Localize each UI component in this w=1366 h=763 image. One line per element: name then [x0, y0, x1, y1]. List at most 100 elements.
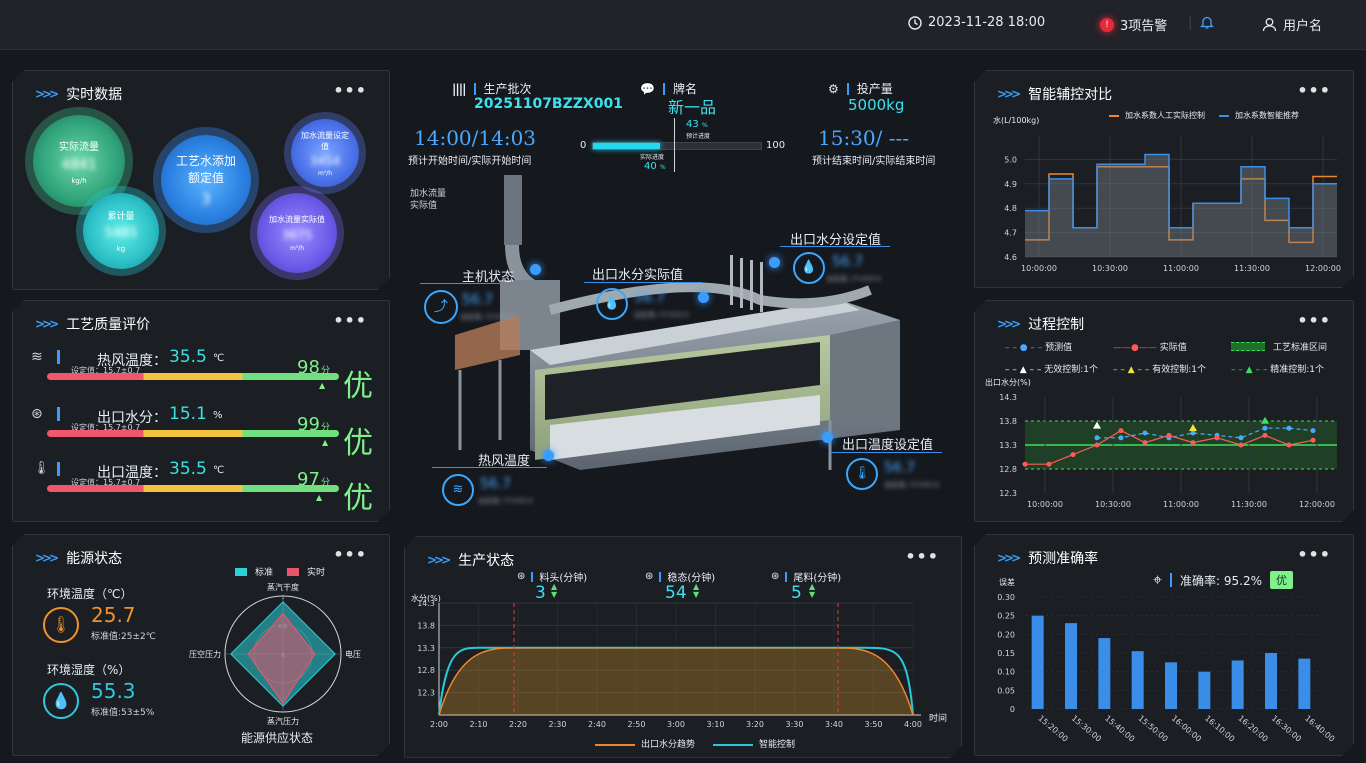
- bubble-unit: m³/h: [317, 169, 333, 177]
- thermometer-icon: 🌡: [846, 458, 878, 490]
- bubble-value: 3: [201, 190, 211, 208]
- bubble-label: 加水流量设定值: [301, 130, 349, 151]
- gauge-icon: ⊛: [645, 571, 654, 582]
- x-tick-label: 3:30: [786, 720, 804, 729]
- series-point: [1287, 443, 1292, 448]
- series-point: [1119, 435, 1124, 440]
- smart-compare-panel: >>> 智能辅控对比 ••• 加水系数人工实际控制 加水系数智能推荐 水(L/10…: [974, 70, 1354, 288]
- legend-item: 出口水分趋势: [595, 737, 695, 750]
- y-tick-label: 0.10: [997, 668, 1015, 677]
- y-tick-label: 13.8: [999, 417, 1017, 426]
- series-point: [1119, 428, 1124, 433]
- y-tick-label: 5.0: [1004, 155, 1017, 164]
- y-tick-label: 13.8: [417, 621, 435, 630]
- series-point: [1047, 462, 1052, 467]
- y-axis-label: 水(L/100kg): [993, 116, 1040, 125]
- energy-radar-chart: 蒸汽干度电压蒸汽压力 压空压力 1 0.5 0: [173, 579, 373, 729]
- radar-axis-label: 压空压力: [189, 649, 221, 659]
- radar-caption: 能源供应状态: [241, 731, 314, 745]
- y-tick-label: 12.8: [417, 666, 435, 675]
- bubble-accumulated: 累计量 5485 kg: [83, 193, 159, 269]
- legend-actual: ——●—— 实际值: [1113, 340, 1187, 353]
- alert-icon: !: [1100, 17, 1114, 32]
- callout-dot: [530, 264, 541, 275]
- bar: [1132, 651, 1144, 709]
- start-actual: 14:03: [478, 126, 537, 150]
- radar-axis-label: 蒸汽压力: [267, 716, 299, 726]
- radar-tick-label: 1: [281, 595, 284, 601]
- y-tick-label: 4.8: [1004, 204, 1017, 213]
- panel-header: >>> 智能辅控对比: [997, 84, 1112, 104]
- y-tick-label: 0: [1010, 705, 1015, 714]
- x-tick-label: 3:10: [707, 720, 725, 729]
- y-tick-label: 4.7: [1004, 229, 1017, 238]
- series-point: [1143, 431, 1148, 436]
- more-menu-icon[interactable]: •••: [1297, 81, 1331, 100]
- x-tick-label: 2:50: [628, 720, 646, 729]
- more-menu-icon[interactable]: •••: [333, 311, 367, 330]
- chevron-icon: >>>: [35, 551, 57, 565]
- accent-bar: [531, 572, 533, 582]
- score-marker-icon: ▲: [316, 493, 323, 502]
- panel-title: 实时数据: [66, 87, 123, 103]
- user-menu[interactable]: 用户名: [1262, 15, 1322, 34]
- quality-bar: [47, 485, 339, 492]
- chevron-icon: >>>: [35, 87, 57, 101]
- legend-precise: – – ▲ – – 精准控制:1个: [1231, 362, 1324, 375]
- quality-unit: ℃: [213, 465, 225, 476]
- legend-item: 加水系数人工实际控制: [1109, 110, 1205, 121]
- more-menu-icon[interactable]: •••: [333, 81, 367, 100]
- series-point: [1239, 443, 1244, 448]
- x-tick-label: 11:00:00: [1163, 264, 1199, 273]
- legend-invalid: – – ▲ – – 无效控制:1个: [1005, 362, 1098, 375]
- legend-actual: 实时: [307, 568, 326, 578]
- panel-title: 能源状态: [66, 551, 123, 567]
- gauge-icon: ⊛: [517, 571, 526, 582]
- bubble-unit: kg/h: [71, 176, 87, 185]
- bubble-unit: m³/h: [289, 245, 305, 252]
- radar-axis-label: 蒸汽干度: [267, 582, 299, 592]
- more-menu-icon[interactable]: •••: [1297, 545, 1331, 564]
- y-tick-label: 12.3: [999, 489, 1017, 498]
- stat-label: 料头(分钟): [539, 573, 588, 584]
- alerts[interactable]: ! 3项告警: [1100, 15, 1167, 34]
- x-tick-label: 2:10: [470, 720, 488, 729]
- production-chart: 14.3 13.8 13.3 12.8 12.3 2:00 2:10 2:20 2:30 2:40…: [405, 597, 945, 737]
- x-tick-label: 15:40:00: [1103, 714, 1136, 744]
- legend-marker-white: – – ▲ – –: [1005, 365, 1042, 375]
- legend-marker-yellow: – – ▲ – –: [1113, 365, 1150, 375]
- x-tick-label: 11:30:00: [1231, 500, 1267, 509]
- divider: |: [1188, 15, 1193, 30]
- callout-line: [780, 246, 890, 247]
- more-menu-icon[interactable]: •••: [333, 545, 367, 564]
- progress-max: 100: [766, 140, 786, 151]
- callout-sub: 设定值 / P-XXX-X: [884, 481, 940, 489]
- callout-line: [432, 467, 547, 468]
- x-tick-label: 12:00:00: [1305, 264, 1341, 273]
- bell-button[interactable]: [1200, 15, 1214, 30]
- accent-bar: [846, 82, 849, 95]
- output-value: 5000kg: [848, 96, 905, 114]
- callout-label: 出口温度设定值: [842, 438, 934, 453]
- humidity-std: 标准值:53±5%: [91, 708, 155, 718]
- accent-bar: [57, 350, 60, 364]
- chevron-icon: >>>: [427, 553, 449, 567]
- series-point: [1287, 426, 1292, 431]
- x-tick-label: 15:50:00: [1136, 714, 1169, 744]
- planned-pct: 43: [686, 119, 699, 130]
- batch-label: 生产批次: [483, 82, 532, 96]
- legend-label: 工艺标准区间: [1273, 343, 1328, 353]
- bar: [1098, 638, 1110, 709]
- legend-label: 加水系数人工实际控制: [1125, 111, 1205, 120]
- energy-panel: >>> 能源状态 ••• 环境温度（℃） 🌡 25.7 标准值:25±2℃ 环境湿…: [12, 534, 390, 756]
- more-menu-icon[interactable]: •••: [905, 547, 939, 566]
- more-menu-icon[interactable]: •••: [1297, 311, 1331, 330]
- accent-bar: [1170, 573, 1172, 587]
- legend-label: 预测值: [1045, 343, 1073, 353]
- quality-row-hot-air: ≋ 热风温度： 35.5 ℃ 设定值：15.7±0.7 98 分 ▲ 优: [35, 347, 385, 397]
- legend-swatch: [1109, 115, 1119, 117]
- message-icon: 💬: [640, 81, 655, 96]
- radar-axis-label: 电压: [345, 649, 361, 659]
- batch-value: 20251107BZZX001: [474, 96, 623, 112]
- bar: [1198, 672, 1210, 709]
